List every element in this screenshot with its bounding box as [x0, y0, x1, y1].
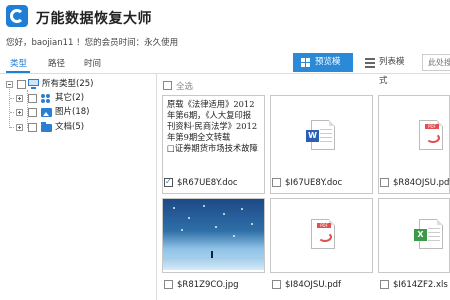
tab-time[interactable]: 时间 — [84, 57, 101, 69]
select-all-checkbox[interactable] — [163, 81, 172, 90]
tree-item-label: 其它(2) — [55, 93, 85, 103]
preview-text-line: 刊资料·民商法学》2012 — [167, 121, 258, 131]
tree-checkbox[interactable] — [28, 94, 37, 103]
file-checkbox[interactable] — [380, 280, 389, 289]
pdf-icon: PDF — [311, 219, 335, 249]
tree-checkbox[interactable] — [28, 108, 37, 117]
file-name: $I67UE8Y.doc — [285, 178, 343, 188]
preview-mode-label: 预览模式 — [315, 57, 341, 86]
tree-item-label: 所有类型(25) — [42, 79, 94, 89]
preview-text-line: □证券期货市场技术故障 — [167, 143, 258, 153]
active-tab-indicator — [6, 71, 30, 73]
list-mode-label: 列表模式 — [379, 57, 405, 86]
list-view-icon — [365, 58, 375, 68]
tab-type[interactable]: 类型 — [10, 57, 27, 69]
tree-checkbox[interactable] — [28, 123, 37, 132]
file-name: $R81Z9CO.jpg — [177, 280, 239, 290]
expand-toggle[interactable] — [16, 109, 23, 116]
image-icon — [41, 108, 52, 117]
file-name: $R67UE8Y.doc — [177, 178, 238, 188]
search-input[interactable] — [422, 54, 450, 71]
folder-icon — [41, 122, 52, 132]
collapse-toggle[interactable] — [6, 81, 13, 88]
tree-item-images[interactable]: 图片(18) — [10, 106, 154, 119]
category-tree: 所有类型(25) 其它(2) 图片(18) 文档(5) — [0, 74, 157, 300]
night-sky-photo — [163, 199, 264, 270]
member-greeting: 您好，baojian11 ！您的会员时间：永久使用 — [6, 38, 179, 48]
list-mode-button[interactable]: 列表模式 — [357, 53, 415, 86]
computer-icon — [28, 79, 39, 89]
excel-icon: X — [414, 219, 443, 249]
preview-text-line: 原载《法律适用》2012 — [167, 99, 255, 109]
file-thumbnail[interactable]: PDF — [270, 198, 373, 273]
select-all-label: 全选 — [176, 82, 194, 92]
file-checkbox[interactable] — [380, 178, 389, 187]
file-checkbox[interactable] — [164, 280, 173, 289]
word-doc-icon: W — [306, 120, 335, 150]
file-checkbox[interactable] — [272, 178, 281, 187]
tree-item-label: 文档(5) — [55, 122, 85, 132]
grid-view-icon — [301, 58, 310, 67]
preview-text-line: 年第9期全文转载 — [167, 132, 231, 142]
title-bar: 万能数据恢复大师 — [0, 0, 450, 34]
tab-path[interactable]: 路径 — [48, 57, 65, 69]
app-title: 万能数据恢复大师 — [36, 11, 152, 27]
file-thumbnail[interactable] — [162, 198, 265, 273]
app-logo-icon — [6, 5, 28, 27]
file-name: $I84OJSU.pdf — [285, 280, 342, 290]
tree-item-other[interactable]: 其它(2) — [10, 92, 154, 105]
file-checkbox[interactable] — [164, 176, 173, 188]
preview-text-line: 年第6期，《人大复印报 — [167, 110, 252, 120]
file-checkbox[interactable] — [272, 280, 281, 289]
tree-checkbox[interactable] — [17, 80, 26, 89]
file-name: $R84OJSU.pdf — [393, 178, 450, 188]
apps-icon — [41, 94, 51, 104]
file-thumbnail[interactable]: X — [378, 198, 450, 273]
expand-toggle[interactable] — [16, 124, 23, 131]
tree-item-documents[interactable]: 文档(5) — [10, 121, 154, 134]
file-name: $I614ZF2.xls — [393, 280, 448, 290]
preview-mode-button[interactable]: 预览模式 — [293, 53, 353, 86]
expand-toggle[interactable] — [16, 95, 23, 102]
tree-item-label: 图片(18) — [55, 107, 90, 117]
pdf-icon: PDF — [419, 120, 443, 150]
tree-item-all-types[interactable]: 所有类型(25) — [4, 78, 154, 91]
